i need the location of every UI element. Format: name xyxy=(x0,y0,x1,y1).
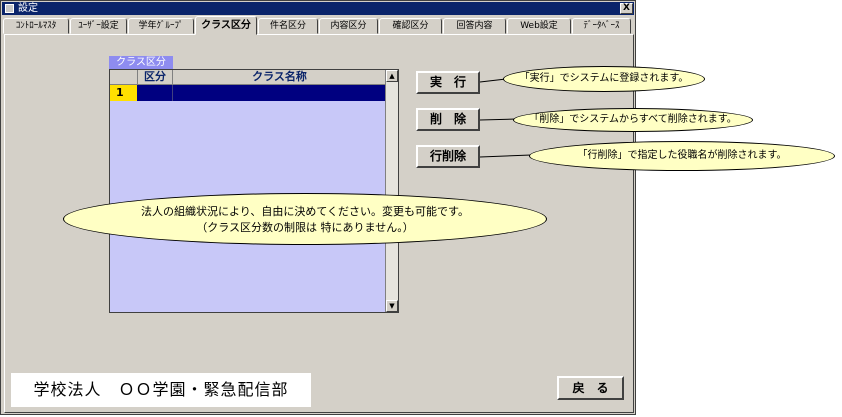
close-button[interactable]: X xyxy=(620,3,633,14)
column-header-class-name[interactable]: クラス名称 xyxy=(173,70,386,84)
title-bar: 設定 X xyxy=(2,2,634,15)
delete-callout: 「削除」でシステムからすべて削除されます。 xyxy=(513,108,753,132)
scroll-down-icon[interactable]: ▼ xyxy=(386,300,398,312)
tab-class-category[interactable]: クラス区分 xyxy=(195,16,257,35)
note-line-2: （クラス区分数の制限は 特にありません。） xyxy=(196,221,414,234)
vertical-scrollbar[interactable]: ▲ ▼ xyxy=(385,70,398,312)
scroll-up-icon[interactable]: ▲ xyxy=(386,70,398,82)
app-icon xyxy=(5,4,14,13)
row-header-corner xyxy=(110,70,138,84)
execute-callout: 「実行」でシステムに登録されます。 xyxy=(503,66,705,92)
cell-kubun[interactable] xyxy=(138,85,173,101)
row-number: 1 xyxy=(110,85,137,101)
tab-grade-group[interactable]: 学年ｸﾞﾙｰﾌﾟ xyxy=(128,18,194,34)
delete-button[interactable]: 削 除 xyxy=(416,108,480,131)
delete-row-button[interactable]: 行削除 xyxy=(416,145,480,168)
table-row[interactable]: 1 xyxy=(110,85,386,101)
tab-control-master[interactable]: ｺﾝﾄﾛｰﾙﾏｽﾀ xyxy=(3,18,69,34)
tab-web-settings[interactable]: Web設定 xyxy=(507,18,571,34)
class-category-note: 法人の組織状況により、自由に決めてください。変更も可能です。 （クラス区分数の制… xyxy=(63,193,547,245)
tab-answer-content[interactable]: 回答内容 xyxy=(443,18,506,34)
tab-subject-category[interactable]: 件名区分 xyxy=(258,18,318,34)
delete-row-callout: 「行削除」で指定した役職名が削除されます。 xyxy=(529,141,835,171)
back-button[interactable]: 戻 る xyxy=(557,376,624,400)
grid-header: 区分 クラス名称 xyxy=(110,70,386,85)
note-line-1: 法人の組織状況により、自由に決めてください。変更も可能です。 xyxy=(141,205,469,218)
tab-database[interactable]: ﾃﾞｰﾀﾍﾞｰｽ xyxy=(572,18,631,34)
tab-content-category[interactable]: 内容区分 xyxy=(319,18,378,34)
class-grid: 区分 クラス名称 1 ▲ ▼ xyxy=(109,69,399,313)
tab-strip: ｺﾝﾄﾛｰﾙﾏｽﾀ ﾕｰｻﾞｰ設定 学年ｸﾞﾙｰﾌﾟ クラス区分 件名区分 内容… xyxy=(3,16,633,35)
tab-user-settings[interactable]: ﾕｰｻﾞｰ設定 xyxy=(70,18,127,34)
grid-caption: クラス区分 xyxy=(109,56,173,69)
execute-button[interactable]: 実 行 xyxy=(416,71,480,94)
column-header-kubun[interactable]: 区分 xyxy=(138,70,173,84)
window-title: 設定 xyxy=(18,3,38,14)
organization-name: 学校法人 ＯＯ学園・緊急配信部 xyxy=(11,373,311,407)
tab-confirm-category[interactable]: 確認区分 xyxy=(379,18,442,34)
